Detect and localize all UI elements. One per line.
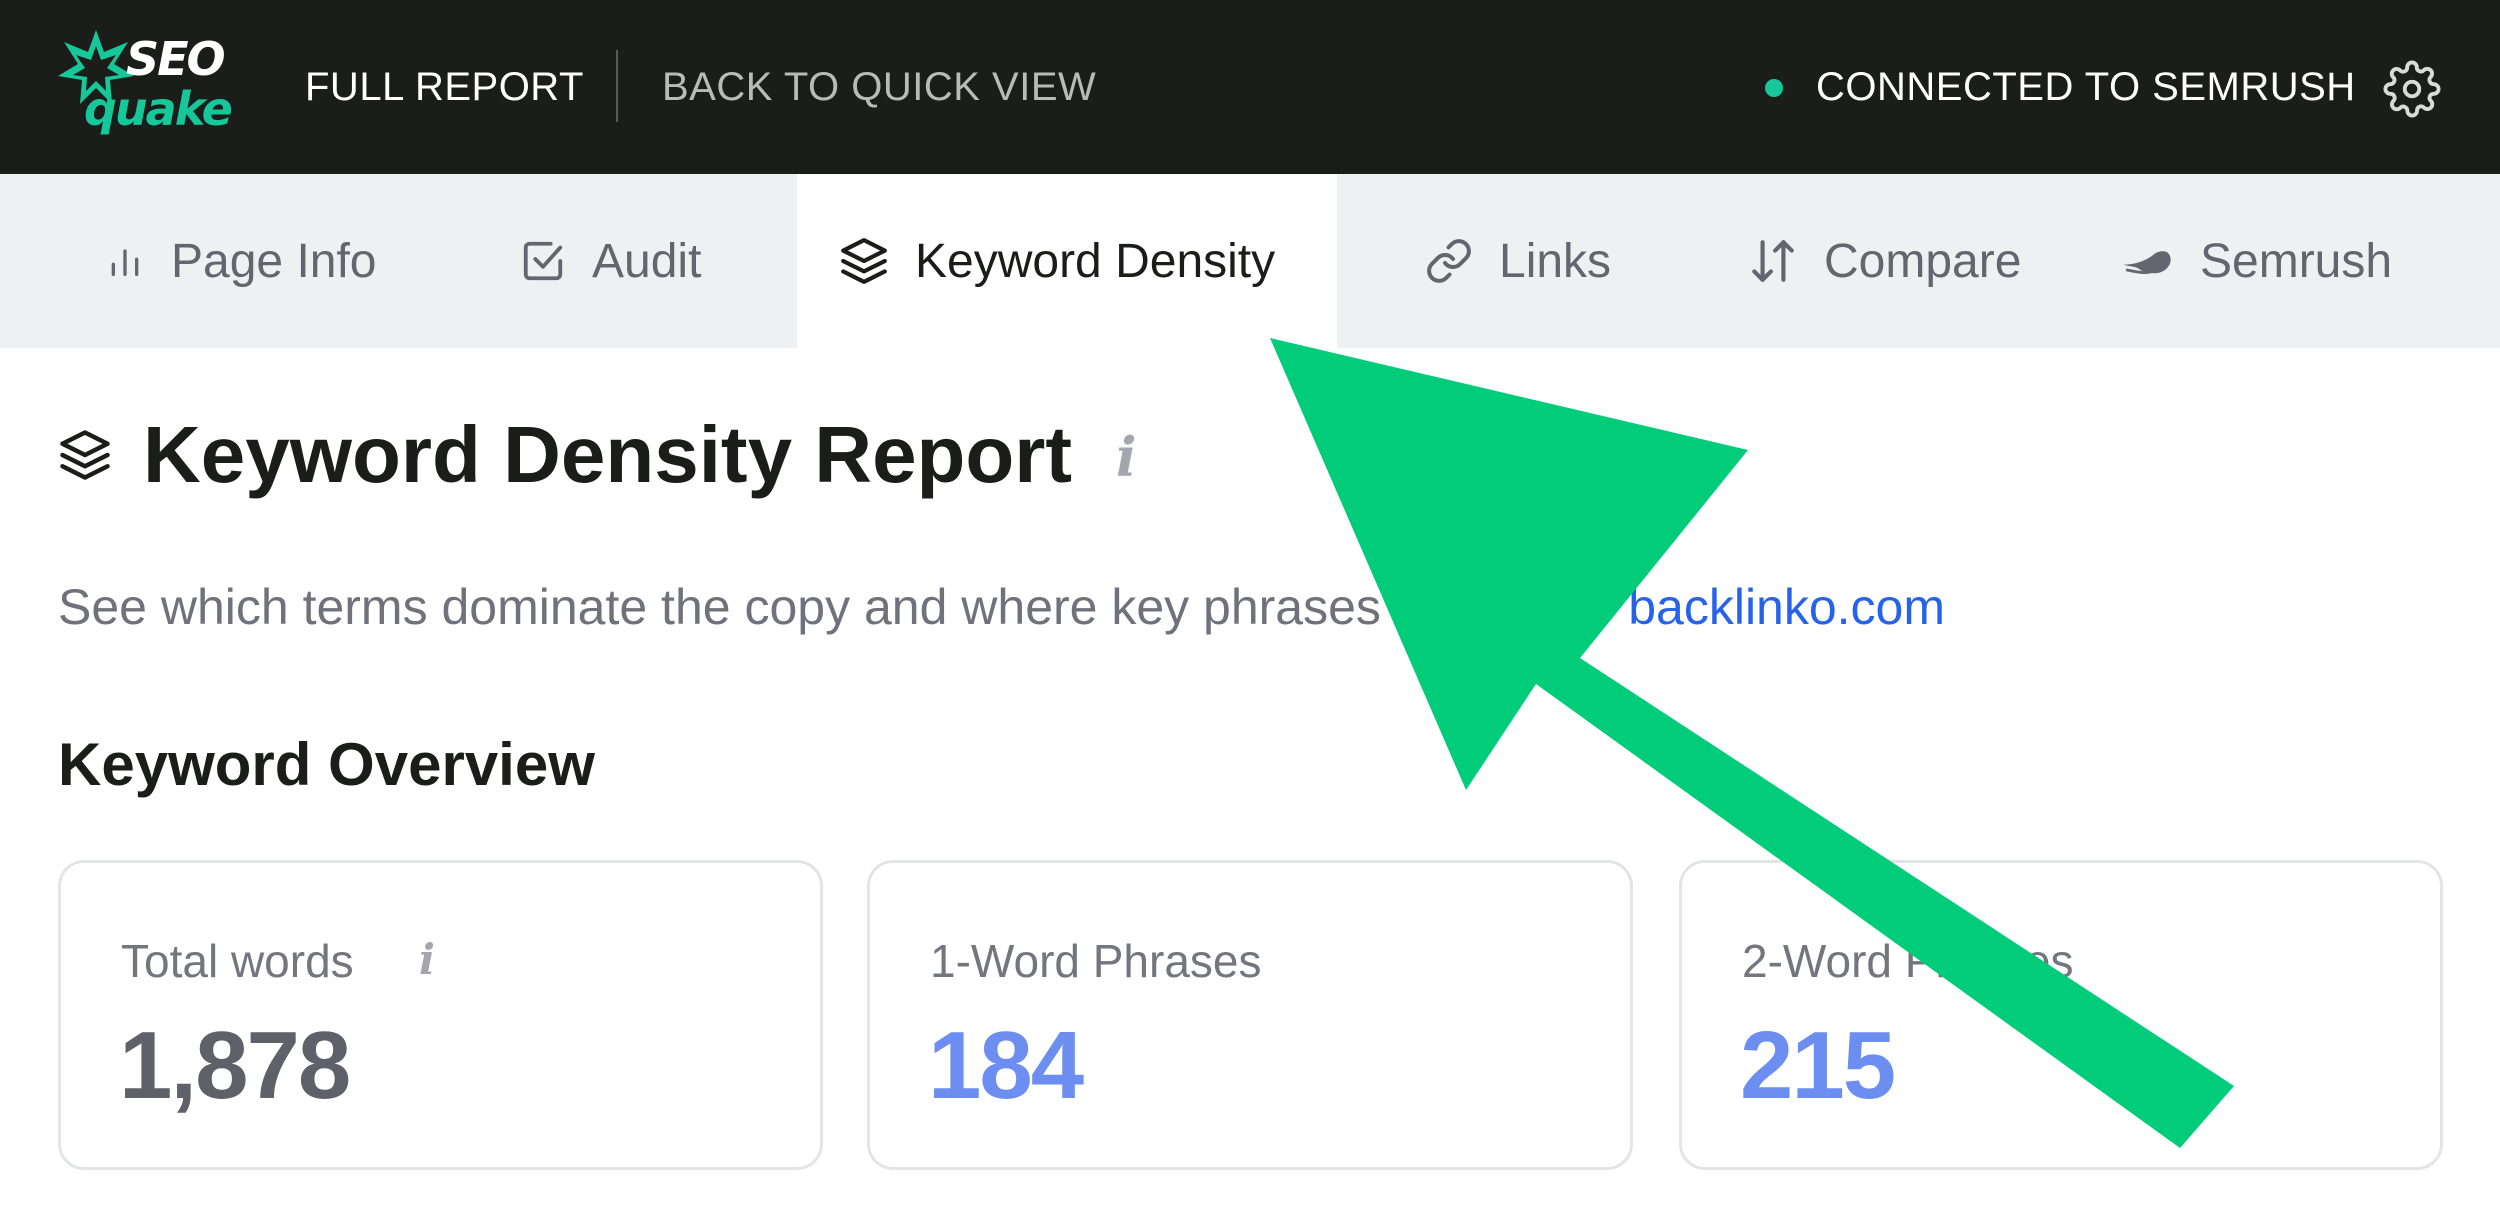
tab-label: Audit <box>592 234 702 288</box>
full-report-link[interactable]: FULL REPORT <box>305 60 584 114</box>
semrush-icon <box>2123 251 2171 274</box>
connection-status-dot <box>1765 79 1783 97</box>
tab-audit[interactable]: Audit <box>520 174 701 348</box>
domain-link[interactable]: backlinko.com <box>1628 579 1945 635</box>
report-subtitle: See which terms dominate the copy and wh… <box>58 575 1945 639</box>
logo-seo-text: SEO <box>126 32 226 86</box>
card-label: 2-Word Phrases <box>1742 935 2074 987</box>
info-icon[interactable]: i <box>1116 425 1137 489</box>
subtitle-text: See which terms dominate the copy and wh… <box>58 579 1629 635</box>
two-word-phrases-card[interactable]: 2-Word Phrases 215 <box>1679 860 2443 1170</box>
tab-label: Links <box>1499 234 1612 288</box>
tab-label: Semrush <box>2200 234 2393 288</box>
link-icon <box>1427 239 1471 283</box>
tab-label: Keyword Density <box>915 234 1276 288</box>
page-title: Keyword Density Report <box>143 410 1073 499</box>
tab-semrush[interactable]: Semrush <box>2120 174 2392 348</box>
connection-status-text: CONNECTED TO SEMRUSH <box>1816 65 2356 109</box>
logo-quake-text: quake <box>84 82 233 136</box>
card-value: 215 <box>1740 1012 1896 1119</box>
card-label: 1-Word Phrases <box>930 935 1262 987</box>
gear-icon[interactable] <box>2383 60 2441 118</box>
card-value: 184 <box>928 1012 1084 1119</box>
bar-chart-icon <box>111 249 139 276</box>
seoquake-logo[interactable]: SEO quake <box>56 26 236 150</box>
layers-icon <box>841 238 887 284</box>
tab-compare[interactable]: Compare <box>1748 174 2021 348</box>
total-words-card: Total words i 1,878 <box>58 860 823 1170</box>
tab-label: Compare <box>1824 234 2022 288</box>
top-bar: SEO quake FULL REPORT BACK TO QUICK VIEW… <box>0 0 2500 174</box>
tab-bar: Page Info Audit Keyword Density Links Co… <box>0 174 2500 348</box>
tab-page-info[interactable]: Page Info <box>105 174 377 348</box>
tab-label: Page Info <box>171 234 377 288</box>
card-label: Total words <box>121 935 354 987</box>
card-value: 1,878 <box>119 1012 351 1119</box>
checkbox-icon <box>523 241 563 281</box>
sort-arrows-icon <box>1752 240 1794 282</box>
tab-keyword-density[interactable]: Keyword Density <box>797 174 1337 348</box>
info-icon[interactable]: i <box>419 935 435 984</box>
section-title: Keyword Overview <box>58 731 595 798</box>
one-word-phrases-card[interactable]: 1-Word Phrases 184 <box>867 860 1633 1170</box>
back-to-quick-view-link[interactable]: BACK TO QUICK VIEW <box>662 60 1096 114</box>
topbar-divider <box>616 50 618 122</box>
layers-icon <box>60 430 110 480</box>
tab-links[interactable]: Links <box>1425 174 1611 348</box>
